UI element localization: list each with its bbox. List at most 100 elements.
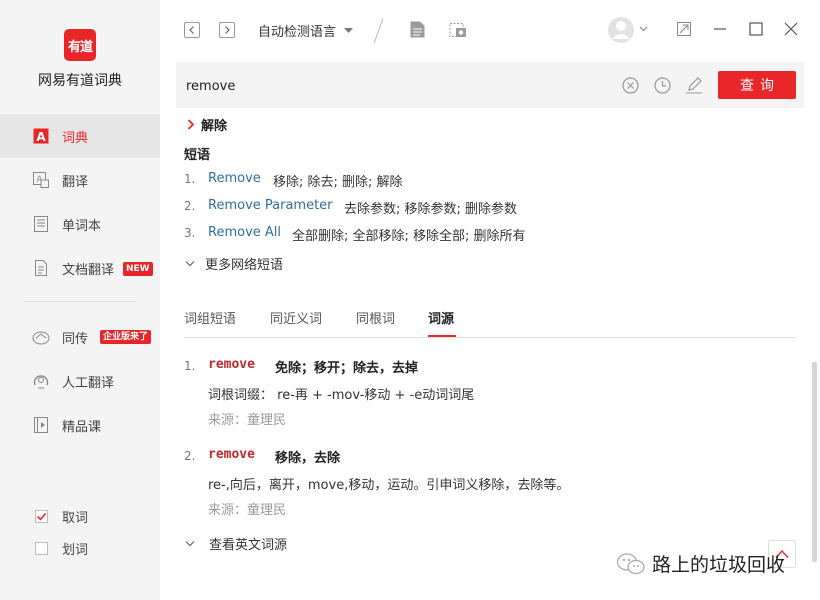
nav-label: 人工翻译 xyxy=(62,375,115,391)
nav-item-course[interactable]: 精品课 xyxy=(0,403,160,447)
more-etymology-label: 查看英文词源 xyxy=(209,538,288,553)
handwriting-button[interactable] xyxy=(685,76,703,94)
scrollbar-thumb[interactable] xyxy=(812,362,817,562)
etymology-source: 来源：童理民 xyxy=(208,503,287,518)
nav-item-human-translate[interactable]: 人工翻译 xyxy=(0,359,160,403)
maximize-icon xyxy=(749,22,763,36)
more-phrases-label: 更多网络短语 xyxy=(205,258,284,273)
tab-phrases[interactable]: 词组短语 xyxy=(184,308,236,327)
wechat-icon xyxy=(616,552,645,574)
wordbook-icon xyxy=(32,215,50,233)
nav-item-document-translate[interactable]: 文档翻译 NEW xyxy=(0,246,160,290)
etymology-source: 来源：童理民 xyxy=(208,413,287,428)
tab-synonyms[interactable]: 同近义词 xyxy=(270,308,322,327)
nav-item-wordbook[interactable]: 单词本 xyxy=(0,202,160,246)
etymology-gloss: 移除，去除 xyxy=(275,451,341,466)
watermark-text: 路上的垃圾回收 xyxy=(652,554,786,576)
chevron-down-icon xyxy=(185,260,195,266)
nav-label: 同传 xyxy=(62,331,89,347)
chevron-right-icon xyxy=(187,119,195,130)
caret-down-icon xyxy=(344,27,354,33)
mini-window-button[interactable] xyxy=(675,20,693,38)
document-translate-icon xyxy=(32,259,50,277)
language-selector[interactable]: 自动检测语言 xyxy=(258,21,354,40)
phrase-meaning: 去除参数; 移除参数; 删除参数 xyxy=(344,202,518,217)
nav-label: 翻译 xyxy=(62,174,89,190)
phrase-link[interactable]: Remove Parameter xyxy=(208,198,333,213)
select-word-checkbox[interactable] xyxy=(35,541,48,555)
phrase-number: 2. xyxy=(184,199,196,213)
pick-word-checkbox[interactable] xyxy=(35,509,48,523)
more-phrases-toggle[interactable]: 更多网络短语 xyxy=(185,254,283,273)
phrase-link[interactable]: Remove xyxy=(208,171,261,186)
top-bar: 自动检测语言 xyxy=(160,0,820,60)
dictionary-icon: A xyxy=(32,127,50,145)
wechat-watermark: 路上的垃圾回收 xyxy=(616,550,785,577)
etymology-word: remove xyxy=(208,357,255,372)
nav-label: 词典 xyxy=(62,130,89,146)
phrase-link[interactable]: Remove All xyxy=(208,225,281,240)
check-icon xyxy=(36,512,47,521)
sidebar-divider xyxy=(24,301,136,302)
back-button[interactable] xyxy=(184,22,200,38)
more-etymology-toggle[interactable]: 查看英文词源 xyxy=(185,534,287,553)
clock-icon xyxy=(653,76,671,94)
nav-item-translate[interactable]: A 翻译 xyxy=(0,158,160,202)
user-account-button[interactable] xyxy=(607,14,651,46)
avatar-icon xyxy=(608,17,648,43)
phrase-meaning: 移除; 除去; 删除; 解除 xyxy=(273,175,403,190)
human-translate-icon xyxy=(32,372,50,390)
document-button[interactable] xyxy=(408,20,426,38)
etymology-detail: re-,向后，离开，move,移动，运动。引申词义移除，去除等。 xyxy=(208,478,570,493)
clear-search-button[interactable] xyxy=(621,76,639,94)
mini-window-icon xyxy=(677,22,691,36)
forward-button[interactable] xyxy=(219,22,235,38)
chevron-down-icon xyxy=(185,540,195,546)
pen-icon xyxy=(686,77,702,94)
etymology-gloss: 免除；移开；除去，去掉 xyxy=(275,361,419,376)
pick-word-label: 取词 xyxy=(62,510,89,526)
etymology-number: 1. xyxy=(184,359,196,373)
nav-item-dictionary[interactable]: A 词典 xyxy=(0,114,160,158)
etymology-detail: 词根词缀： re-再 + -mov-移动 + -e动词词尾 xyxy=(208,388,475,403)
nav-label: 单词本 xyxy=(62,218,102,234)
nav-item-simultaneous[interactable]: 同传 企业版来了 xyxy=(0,315,160,359)
etymology-word: remove xyxy=(208,447,255,462)
basic-meaning: 解除 xyxy=(187,115,227,134)
pick-word-toggle[interactable]: 取词 xyxy=(0,505,160,527)
query-button[interactable]: 查询 xyxy=(718,71,796,99)
phrase-number: 1. xyxy=(184,172,196,186)
new-badge: NEW xyxy=(123,262,153,276)
phrase-number: 3. xyxy=(184,226,196,240)
nav-label: 文档翻译 xyxy=(62,262,115,278)
minimize-button[interactable] xyxy=(711,20,729,38)
close-button[interactable] xyxy=(782,20,800,38)
search-input[interactable] xyxy=(186,75,606,97)
history-button[interactable] xyxy=(653,76,671,94)
close-icon xyxy=(784,22,798,36)
meaning-text: 解除 xyxy=(201,119,228,134)
nav-label: 精品课 xyxy=(62,419,102,435)
chevron-left-icon xyxy=(189,26,194,34)
etymology-number: 2. xyxy=(184,449,196,463)
svg-text:A: A xyxy=(36,130,46,144)
phrase-meaning: 全部删除; 全部移除; 移除全部; 删除所有 xyxy=(292,229,526,244)
translate-icon: A xyxy=(32,171,50,189)
toolbar-divider xyxy=(373,18,384,44)
select-word-toggle[interactable]: 划词 xyxy=(0,537,160,559)
screenshot-translate-button[interactable] xyxy=(449,20,467,38)
app-name: 网易有道词典 xyxy=(38,73,122,89)
language-label: 自动检测语言 xyxy=(258,25,337,40)
sidebar: 有道 网易有道词典 A 词典 A 翻译 单词本 文档翻译 NEW 同传 企业版来… xyxy=(0,0,160,600)
maximize-button[interactable] xyxy=(747,20,765,38)
course-icon xyxy=(32,416,50,434)
document-icon xyxy=(410,21,424,37)
tab-etymology[interactable]: 词源 xyxy=(428,308,454,327)
tab-cognates[interactable]: 同根词 xyxy=(356,308,395,327)
chevron-right-icon xyxy=(225,26,230,34)
minimize-icon xyxy=(714,28,726,30)
enterprise-badge: 企业版来了 xyxy=(100,330,152,344)
select-word-label: 划词 xyxy=(62,542,89,558)
phrases-title: 短语 xyxy=(184,148,211,163)
simultaneous-icon xyxy=(32,328,50,346)
